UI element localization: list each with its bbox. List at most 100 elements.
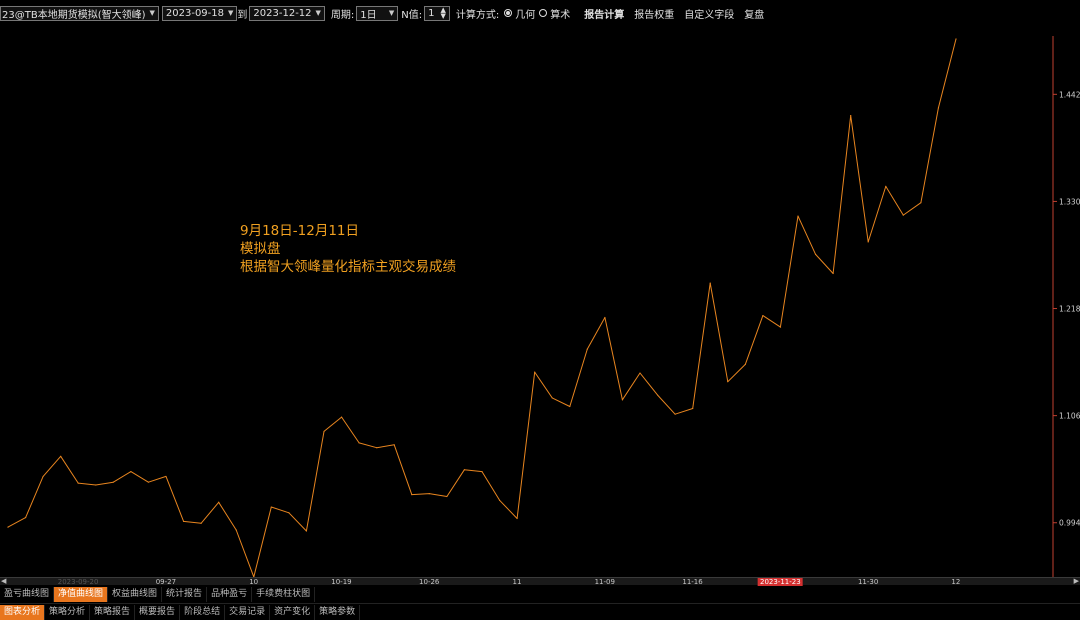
data-point	[920, 202, 922, 204]
analysis-tabs: 图表分析 策略分析 策略报告 概要报告 阶段总结 交易记录 资产变化 策略参数	[0, 603, 1080, 620]
n-value-stepper[interactable]: 1 ▲ ▼	[424, 5, 450, 21]
data-point	[305, 530, 308, 532]
data-point	[867, 241, 869, 243]
data-point	[885, 185, 887, 187]
calc-label: 计算方式:	[455, 9, 500, 21]
data-point	[621, 399, 624, 401]
data-point	[727, 381, 729, 383]
data-point	[744, 363, 746, 366]
analysis-tab[interactable]: 策略分析	[45, 604, 91, 620]
analysis-tab[interactable]: 策略参数	[315, 604, 361, 620]
chart-svg: 1.4422 1.3303 1.2184 1.1065 0.9946	[7, 36, 1080, 578]
data-point	[235, 529, 237, 531]
data-point	[902, 214, 904, 216]
data-point	[42, 475, 44, 478]
custom-field-button[interactable]: 自定义字段	[684, 6, 734, 21]
annotation-line-2: 模拟盘	[240, 241, 281, 257]
chart-tab[interactable]: 手续费柱状图	[252, 587, 316, 602]
data-point	[463, 469, 466, 471]
start-date-select[interactable]: 2023-09-18 ▼	[161, 5, 238, 21]
end-date-select[interactable]: 2023-12-12 ▼	[249, 5, 325, 21]
n-label: N值:	[401, 9, 423, 21]
x-tick-label: 2023-11-23	[757, 578, 803, 586]
data-point	[446, 495, 448, 498]
data-point	[481, 471, 483, 473]
data-point	[955, 38, 957, 40]
y-tick-label: 1.2184	[1059, 305, 1080, 314]
x-tick-label: 09-27	[155, 578, 177, 586]
end-date-value: 2023-12-12	[253, 7, 312, 19]
chart-tab[interactable]: 品种盈亏	[207, 587, 253, 602]
analysis-tab[interactable]: 阶段总结	[180, 604, 226, 620]
data-point	[604, 316, 606, 319]
calc-arithmetic-radio[interactable]: 算术	[539, 6, 570, 21]
data-point	[200, 522, 202, 524]
data-point	[60, 455, 62, 457]
x-tick-label: 2023-09-20	[57, 578, 99, 586]
y-tick-label: 1.1065	[1059, 412, 1080, 421]
data-point	[7, 526, 9, 528]
chart-tab[interactable]: 净值曲线图	[54, 587, 109, 602]
data-point	[692, 407, 694, 410]
data-point	[95, 484, 97, 486]
account-value: 23@TB本地期货模拟(智大领峰)	[2, 9, 146, 21]
period-label: 周期:	[330, 9, 355, 21]
data-point	[288, 512, 290, 514]
data-point	[534, 371, 536, 373]
chart-tab[interactable]: 统计报告	[162, 587, 208, 602]
analysis-tab[interactable]: 概要报告	[135, 604, 181, 620]
data-point	[411, 494, 413, 496]
chevron-down-icon: ▼	[315, 9, 321, 17]
report-calc-button[interactable]: 报告计算	[584, 6, 624, 21]
stepper-arrows-icon[interactable]: ▲ ▼	[441, 7, 446, 20]
annotation-line-1: 9月18日-12月11日	[240, 223, 359, 239]
data-point	[762, 315, 764, 317]
data-point	[376, 447, 378, 449]
analysis-tab[interactable]: 交易记录	[225, 604, 271, 620]
account-select[interactable]: 23@TB本地期货模拟(智大领峰) ▼	[0, 5, 159, 21]
net-value-line	[7, 38, 957, 578]
chevron-down-icon: ▼	[228, 9, 234, 17]
data-point	[112, 481, 114, 483]
chart-tab[interactable]: 盈亏曲线图	[0, 587, 55, 602]
data-point	[182, 520, 185, 522]
analysis-tab[interactable]: 资产变化	[270, 604, 316, 620]
chevron-down-icon: ▼	[388, 9, 395, 17]
to-label: 到	[237, 9, 248, 21]
y-tick-label: 1.4422	[1059, 90, 1080, 99]
chart-tab[interactable]: 权益曲线图	[108, 587, 163, 602]
replay-button[interactable]: 复盘	[744, 6, 764, 21]
calc-geometric-radio[interactable]: 几何	[504, 6, 535, 21]
x-tick-label: 10-26	[419, 578, 440, 586]
start-date-value: 2023-09-18	[165, 7, 225, 19]
data-point	[674, 413, 676, 415]
data-point	[709, 282, 711, 284]
data-point	[586, 348, 588, 350]
chevron-down-icon: ▼	[149, 9, 155, 17]
data-point	[850, 114, 852, 117]
data-point	[393, 444, 395, 446]
report-weight-button[interactable]: 报告权重	[634, 6, 674, 21]
data-point	[165, 475, 167, 478]
period-select[interactable]: 1日 ▼	[356, 5, 399, 21]
data-point	[147, 481, 150, 483]
annotation-line-3: 根据智大领峰量化指标主观交易成绩	[240, 259, 456, 275]
net-value-chart[interactable]: 1.4422 1.3303 1.2184 1.1065 0.9946 9月18日-12月…	[0, 26, 1080, 578]
data-point	[218, 501, 220, 503]
x-tick-label: 12	[951, 578, 961, 586]
analysis-tab[interactable]: 图表分析	[0, 604, 46, 620]
data-point	[358, 442, 360, 444]
data-point	[323, 430, 325, 433]
data-point	[551, 397, 553, 399]
data-point	[130, 471, 132, 473]
data-point	[498, 499, 501, 501]
data-point	[639, 372, 641, 374]
data-point	[516, 517, 518, 520]
x-tick-label: 11-16	[682, 578, 703, 586]
data-point	[77, 482, 79, 484]
analysis-tab[interactable]: 策略报告	[90, 604, 136, 620]
n-value: 1	[428, 7, 435, 19]
data-point	[270, 506, 272, 508]
toolbar: 23@TB本地期货模拟(智大领峰) ▼ 2023-09-18 ▼ 到 2023-…	[0, 0, 1080, 26]
chart-tabs: 盈亏曲线图 净值曲线图 权益曲线图 统计报告 品种盈亏 手续费柱状图	[0, 586, 1080, 603]
